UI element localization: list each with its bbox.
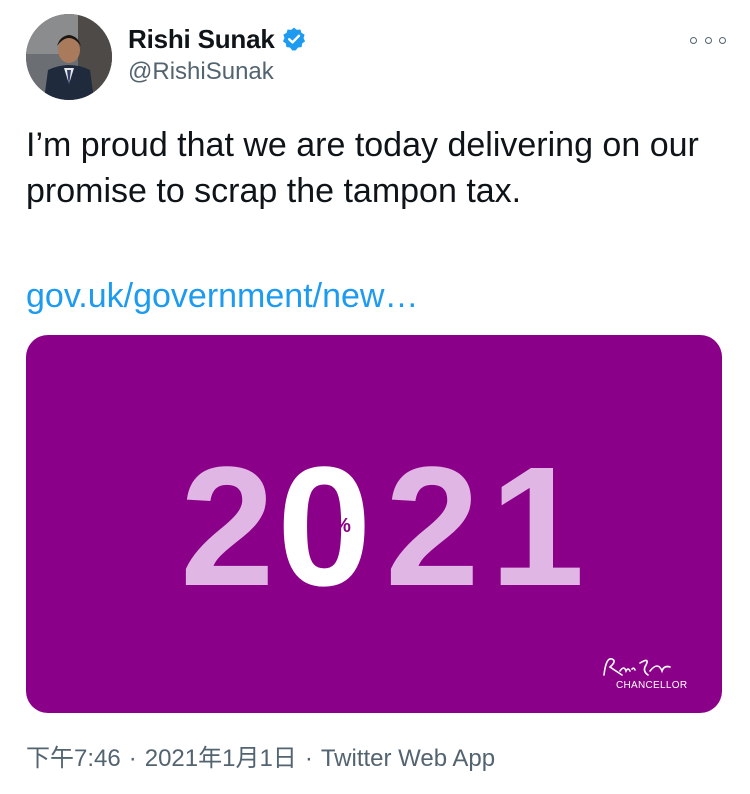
tweet-link[interactable]: gov.uk/government/new…	[26, 273, 418, 319]
meta-separator: ·	[304, 745, 313, 772]
more-dot	[704, 36, 712, 44]
year-digit: 2	[180, 432, 275, 622]
author-display-name[interactable]: Rishi Sunak	[128, 24, 275, 55]
signature-mark	[603, 658, 671, 676]
year-digit: 1	[490, 432, 585, 622]
tweet: Rishi Sunak @RishiSunak I’m proud that w…	[0, 0, 750, 794]
year-digit: 2	[385, 432, 480, 622]
meta-separator: ·	[128, 745, 137, 772]
tweet-media-image[interactable]: 2 0 2 1 % CHANCELLOR	[26, 335, 722, 713]
tweet-timestamp-time[interactable]: 下午7:46	[26, 745, 121, 772]
author-name-row: Rishi Sunak	[128, 22, 307, 56]
verified-badge-icon	[281, 26, 307, 52]
tweet-text: I’m proud that we are today delivering o…	[26, 126, 699, 210]
year-digit-highlight: 0	[277, 432, 372, 622]
tweet-timestamp-date[interactable]: 2021年1月1日	[145, 745, 297, 772]
percent-symbol: %	[333, 515, 351, 537]
avatar[interactable]	[26, 14, 112, 100]
more-dot	[719, 36, 726, 44]
signature-caption: CHANCELLOR	[616, 680, 688, 691]
more-dot	[690, 36, 697, 44]
avatar-photo	[26, 14, 112, 100]
tweet-source[interactable]: Twitter Web App	[321, 745, 495, 772]
more-options-icon[interactable]	[690, 30, 726, 50]
tweet-meta: 下午7:46 · 2021年1月1日 · Twitter Web App	[26, 738, 495, 773]
author-handle[interactable]: @RishiSunak	[128, 58, 274, 86]
